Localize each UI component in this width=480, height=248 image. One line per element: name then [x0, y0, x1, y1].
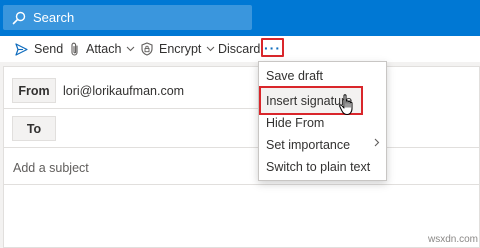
discard-button[interactable]: Discard [218, 36, 260, 62]
menu-item-label: Hide From [266, 116, 325, 130]
subject-input[interactable]: Add a subject [13, 161, 89, 175]
hand-cursor-icon [339, 94, 353, 115]
menu-item-plain-text[interactable]: Switch to plain text [259, 155, 386, 179]
more-options-button[interactable]: ··· [261, 38, 284, 57]
discard-label: Discard [218, 42, 261, 56]
send-button[interactable]: Send [15, 36, 63, 62]
encrypt-label: Encrypt [159, 42, 202, 56]
chevron-down-icon[interactable] [126, 46, 135, 52]
search-box[interactable]: Search [3, 5, 252, 30]
menu-item-set-importance[interactable]: Set importance [259, 133, 386, 157]
from-label: From [18, 83, 50, 98]
more-options-menu: Save draft Hide From Set importance Swit… [258, 61, 387, 181]
from-address: lori@lorikaufman.com [63, 84, 185, 98]
from-divider [3, 108, 258, 109]
to-label: To [26, 121, 42, 136]
search-placeholder: Search [33, 10, 75, 25]
search-icon [12, 11, 26, 25]
attach-label: Attach [86, 42, 122, 56]
menu-item-label: Set importance [266, 138, 351, 152]
menu-item-label: Save draft [266, 69, 323, 83]
encrypt-button[interactable]: Encrypt [141, 36, 215, 62]
chevron-right-icon [374, 138, 380, 147]
menu-item-save-draft[interactable]: Save draft [259, 64, 386, 88]
chevron-down-icon[interactable] [206, 46, 215, 52]
shield-lock-icon [141, 42, 153, 56]
paperclip-icon [71, 42, 78, 56]
watermark: wsxdn.com [428, 234, 479, 245]
from-button[interactable]: From [12, 78, 56, 103]
menu-item-label: Switch to plain text [266, 160, 371, 174]
to-divider [3, 147, 258, 148]
to-divider-right [386, 147, 480, 148]
to-button[interactable]: To [12, 116, 56, 141]
top-header-bar: Search [0, 0, 480, 36]
send-label: Send [34, 42, 64, 56]
attach-button[interactable]: Attach [70, 36, 135, 62]
send-icon [15, 42, 28, 56]
more-options-icon: ··· [264, 39, 281, 56]
subject-divider [3, 184, 480, 185]
